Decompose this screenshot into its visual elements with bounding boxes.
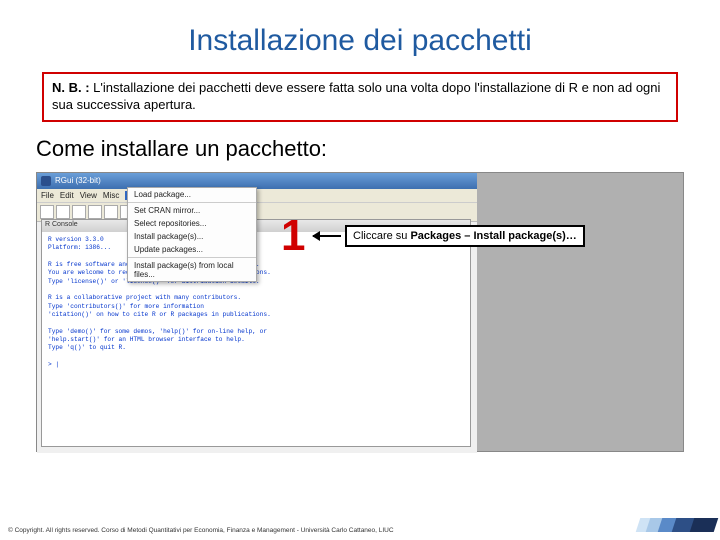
dropdown-install-packages[interactable]: Install package(s)... xyxy=(128,230,256,243)
screenshot-area: RGui (32-bit) File Edit View Misc Packag… xyxy=(36,172,684,452)
menu-file[interactable]: File xyxy=(41,191,54,200)
dropdown-load-package[interactable]: Load package... xyxy=(128,188,256,201)
nb-label: N. B. : xyxy=(52,80,90,95)
r-window: RGui (32-bit) File Edit View Misc Packag… xyxy=(37,173,477,453)
subtitle: Come installare un pacchetto: xyxy=(0,130,720,168)
dropdown-install-local[interactable]: Install package(s) from local files... xyxy=(128,259,256,281)
r-titlebar: RGui (32-bit) xyxy=(37,173,477,189)
footer-decoration xyxy=(640,518,720,532)
arrow-left-icon xyxy=(313,235,341,237)
dropdown-select-repos[interactable]: Select repositories... xyxy=(128,217,256,230)
footer-copyright: © Copyright. All rights reserved. Corso … xyxy=(8,527,394,534)
deco-stripe xyxy=(690,518,719,532)
dropdown-update-packages[interactable]: Update packages... xyxy=(128,243,256,256)
callout-bold: Packages – Install package(s)… xyxy=(410,230,576,242)
menu-misc[interactable]: Misc xyxy=(103,191,119,200)
dropdown-separator xyxy=(128,257,256,258)
nb-box: N. B. : L'installazione dei pacchetti de… xyxy=(42,72,678,122)
toolbar-button[interactable] xyxy=(40,205,54,219)
dropdown-set-cran[interactable]: Set CRAN mirror... xyxy=(128,204,256,217)
r-menubar: File Edit View Misc Packages Windows Hel… xyxy=(37,189,477,203)
dropdown-separator xyxy=(128,202,256,203)
menu-view[interactable]: View xyxy=(80,191,97,200)
toolbar-button[interactable] xyxy=(72,205,86,219)
slide-title: Installazione dei pacchetti xyxy=(0,0,720,72)
r-window-title: RGui (32-bit) xyxy=(55,176,101,185)
r-logo-icon xyxy=(41,176,51,186)
nb-text: L'installazione dei pacchetti deve esser… xyxy=(52,80,660,112)
toolbar-button[interactable] xyxy=(56,205,70,219)
step-callout: Cliccare su Packages – Install package(s… xyxy=(345,225,585,247)
step-number-1: 1 xyxy=(281,211,305,261)
callout-prefix: Cliccare su xyxy=(353,230,410,242)
menu-edit[interactable]: Edit xyxy=(60,191,74,200)
toolbar-button[interactable] xyxy=(88,205,102,219)
packages-dropdown: Load package... Set CRAN mirror... Selec… xyxy=(127,187,257,282)
toolbar-button[interactable] xyxy=(104,205,118,219)
